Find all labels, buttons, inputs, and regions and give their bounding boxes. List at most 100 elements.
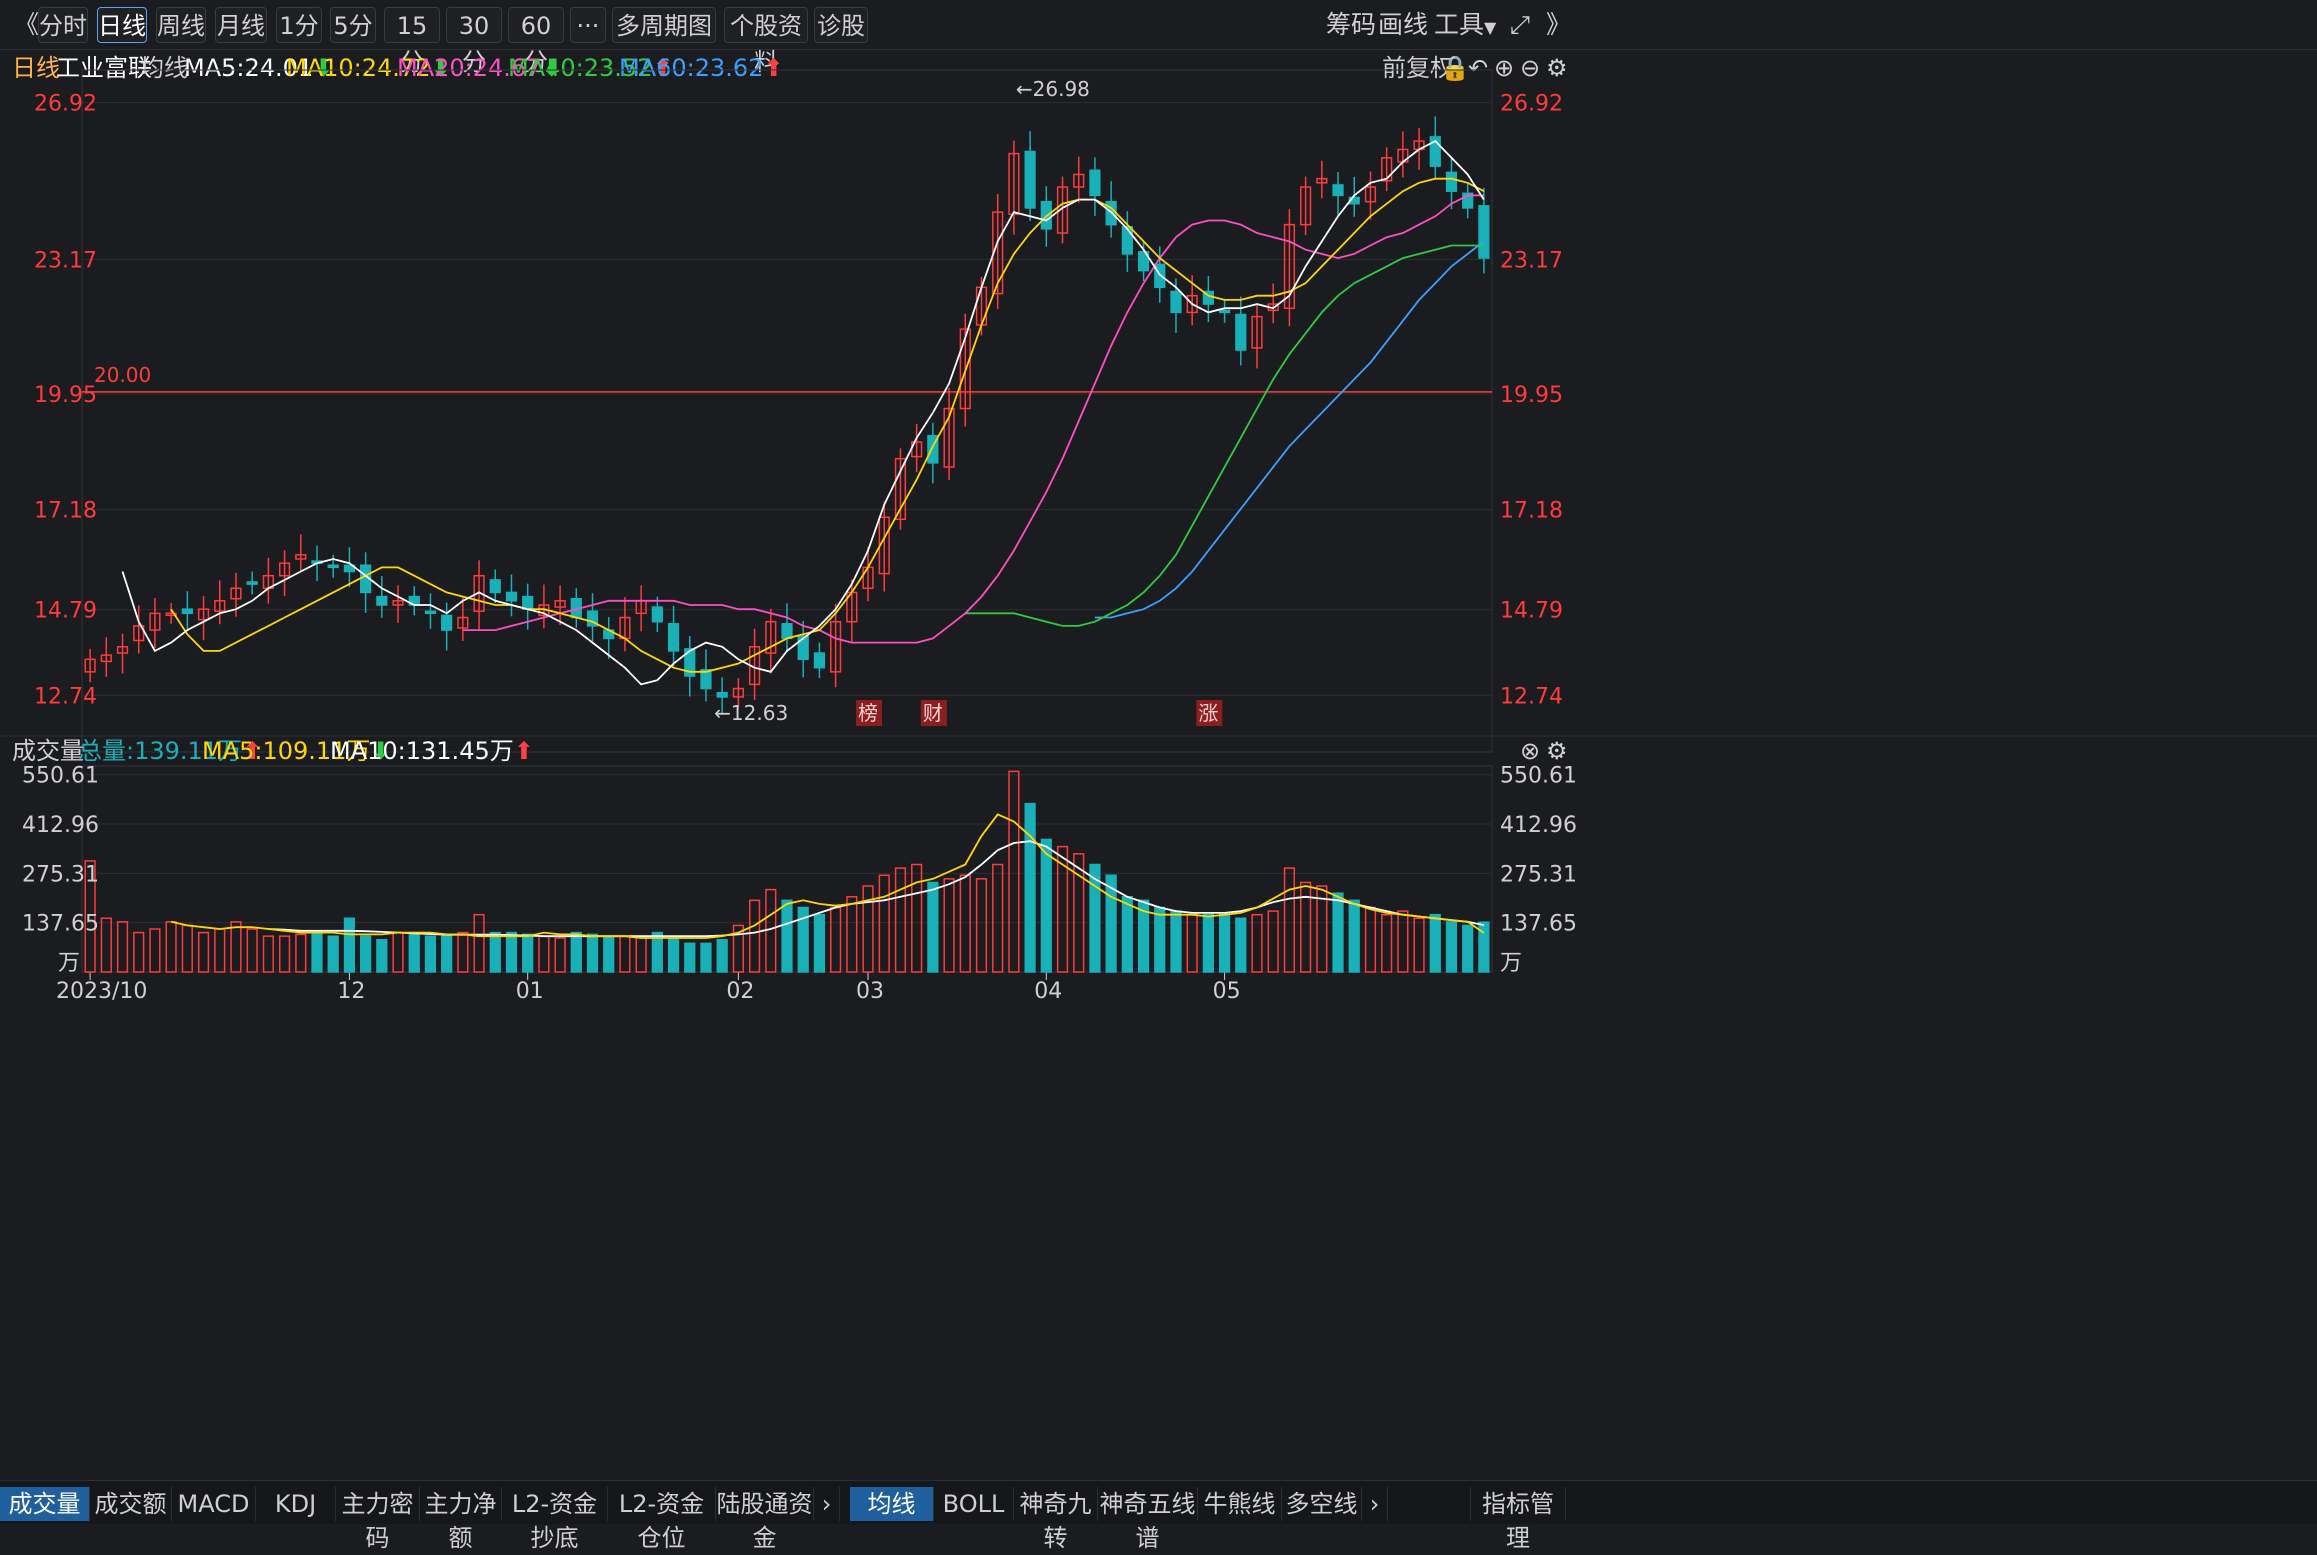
tab-bull-bear[interactable]: 牛熊线	[1198, 1487, 1282, 1521]
volume-bar	[894, 867, 907, 973]
price-tick-left: 19.95	[34, 383, 97, 408]
volume-bar	[489, 931, 501, 973]
collapse-left-icon[interactable]: 《	[14, 7, 39, 43]
volume-title: 成交量	[12, 737, 84, 765]
tabs-next-icon[interactable]: ›	[814, 1487, 840, 1521]
period-1min[interactable]: 1分	[276, 7, 322, 43]
tab-ma[interactable]: 均线	[850, 1487, 934, 1521]
volume-bar	[343, 917, 356, 973]
volume-tick-right: 550.61	[1500, 764, 1577, 789]
volume-settings-icon[interactable]: ⚙	[1546, 736, 1568, 766]
volume-bar	[716, 939, 728, 973]
period-monthly[interactable]: 月线	[215, 7, 267, 43]
multi-period-button[interactable]: 多周期图 ▾	[612, 7, 716, 74]
close-panel-icon[interactable]: ⊗	[1520, 736, 1540, 766]
volume-bar	[846, 896, 858, 973]
chip-button[interactable]: 筹码	[1326, 7, 1376, 43]
period-5min[interactable]: 5分	[330, 7, 376, 43]
caret-down-icon: ▼	[1484, 18, 1497, 37]
candle-body	[246, 581, 258, 585]
volume-unit-right: 万	[1500, 951, 1522, 976]
tab-long-short[interactable]: 多空线	[1282, 1487, 1362, 1521]
x-axis-label: 12	[337, 979, 365, 1004]
volume-bar	[1397, 910, 1409, 973]
fullscreen-icon[interactable]: ⤢	[1510, 7, 1530, 43]
candle-body	[781, 623, 793, 640]
volume-bar	[262, 935, 274, 973]
tab-magic9[interactable]: 神奇九转	[1014, 1487, 1098, 1552]
period-intraday[interactable]: 分时	[38, 7, 88, 43]
period-weekly[interactable]: 周线	[156, 7, 206, 43]
volume-bar	[457, 931, 469, 973]
volume-bar	[700, 942, 712, 973]
volume-bar	[360, 935, 372, 973]
volume-bar	[441, 935, 453, 973]
volume-bar	[1283, 867, 1296, 973]
x-axis-label: 02	[726, 979, 754, 1004]
volume-bar	[1251, 913, 1263, 973]
volume-bar	[1348, 899, 1360, 973]
candle-body	[1121, 225, 1133, 255]
volume-ma10-line	[268, 840, 1485, 938]
tab-main-net[interactable]: 主力净额	[420, 1487, 502, 1552]
tab-magic5[interactable]: 神奇五线谱	[1098, 1487, 1198, 1552]
price-tick-left: 26.92	[34, 92, 97, 117]
volume-bar	[505, 931, 518, 973]
tabs2-next-icon[interactable]: ›	[1362, 1487, 1388, 1521]
candle-body	[797, 635, 809, 661]
volume-bar	[1267, 910, 1279, 973]
tab-turnover[interactable]: 成交额	[90, 1487, 172, 1521]
x-axis-label: 04	[1034, 979, 1062, 1004]
collapse-right-icon[interactable]: 》	[1546, 7, 1571, 43]
tools-button[interactable]: 工具▼	[1434, 7, 1496, 43]
tab-volume[interactable]: 成交量	[0, 1487, 90, 1521]
candle-body	[505, 591, 518, 602]
volume-tick-right: 137.65	[1500, 912, 1577, 937]
period-15min[interactable]: 15分	[384, 7, 440, 76]
volume-bar	[1073, 853, 1085, 973]
ma10-line	[170, 177, 1485, 673]
ma5-line	[121, 139, 1485, 686]
tab-l2-position[interactable]: L2-资金仓位	[608, 1487, 716, 1552]
tab-kdj[interactable]: KDJ	[256, 1487, 336, 1521]
volume-bar	[1300, 881, 1312, 973]
volume-bar	[1154, 906, 1166, 973]
candle-body	[424, 610, 437, 615]
volume-bar	[392, 931, 404, 973]
volume-bar	[635, 935, 647, 973]
tab-macd[interactable]: MACD	[172, 1487, 256, 1521]
stock-profile-button[interactable]: 个股资料	[724, 7, 808, 76]
tab-hsgt[interactable]: 陆股通资金	[716, 1487, 814, 1552]
diagnose-button[interactable]: 诊股	[814, 7, 868, 43]
volume-bar	[327, 935, 339, 973]
candle-body	[1235, 313, 1247, 351]
volume-bar	[975, 878, 988, 973]
price-tick-right: 17.18	[1500, 499, 1563, 524]
volume-tick-left: 550.61	[22, 764, 99, 789]
indicator-manage-button[interactable]: 指标管理	[1470, 1487, 1566, 1552]
volume-bar	[1121, 896, 1133, 973]
volume-tick-left: 137.65	[22, 912, 99, 937]
candle-body	[1024, 150, 1036, 209]
volume-bar	[586, 933, 599, 973]
event-marker-label: 财	[923, 701, 943, 725]
level-label: 20.00	[94, 363, 151, 387]
volume-ma-lines	[170, 813, 1485, 939]
volume-bar	[100, 917, 112, 973]
volume-bar	[149, 928, 161, 973]
more-periods-button[interactable]: ···	[570, 7, 606, 43]
price-tick-left: 14.79	[34, 599, 97, 624]
candle-body	[1445, 171, 1458, 192]
candle-body	[376, 595, 388, 606]
period-daily[interactable]: 日线	[97, 7, 147, 43]
period-30min[interactable]: 30分	[446, 7, 502, 76]
draw-line-button[interactable]: 画线	[1378, 7, 1428, 43]
tab-l2-bottom[interactable]: L2-资金抄底	[502, 1487, 608, 1552]
tab-boll[interactable]: BOLL	[934, 1487, 1014, 1521]
period-60min[interactable]: 60分	[508, 7, 564, 76]
tab-main-chip[interactable]: 主力密码	[336, 1487, 420, 1552]
volume-ma5-line	[170, 813, 1485, 939]
candle-body	[813, 652, 826, 669]
volume-bar	[165, 921, 177, 973]
price-tick-left: 12.74	[34, 684, 97, 709]
